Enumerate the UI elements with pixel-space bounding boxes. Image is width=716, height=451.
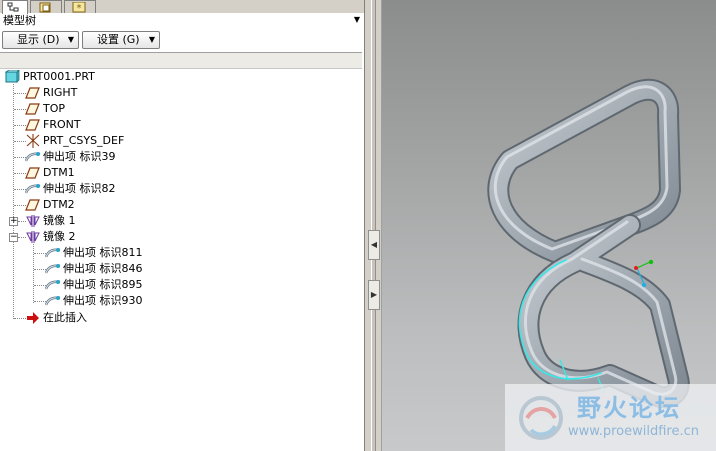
csys-icon [26, 134, 40, 148]
datum-plane-icon [25, 103, 40, 115]
mirror-icon [26, 215, 40, 227]
datum-plane-icon [25, 199, 40, 211]
model-tree: PRT0001.PRT RIGHT TOP FRONT PRT_CSYS_DEF [0, 68, 364, 451]
svg-text:*: * [77, 3, 82, 13]
tree-item-label: DTM1 [43, 166, 75, 179]
model-tree-tab-icon [7, 2, 19, 12]
tree-root-label: PRT0001.PRT [23, 70, 95, 83]
show-button[interactable]: 显示 (D) ▼ [2, 31, 79, 49]
sweep-protrusion-icon [25, 184, 41, 194]
chevron-down-icon: ▼ [67, 35, 74, 44]
tree-item-label: 伸出项 标识895 [63, 278, 143, 291]
sweep-protrusion-icon [45, 296, 61, 306]
datum-plane-icon [25, 87, 40, 99]
model-tree-panel: * 模型树 ▼ 显示 (D) ▼ 设置 (G) ▼ PRT0001.PRT RI… [0, 0, 364, 451]
collapse-mirror-2-toggle[interactable]: − [9, 233, 18, 242]
tree-item-label: 伸出项 标识930 [63, 294, 143, 307]
tree-column-header[interactable] [0, 52, 362, 69]
collapse-left-icon[interactable]: ◀ [368, 230, 380, 260]
settings-button-label: 设置 (G) [97, 33, 140, 46]
tree-item-label: 伸出项 标识811 [63, 246, 143, 259]
tree-item-label: 伸出项 标识39 [43, 150, 116, 163]
model-tree-tab[interactable] [2, 0, 28, 14]
tree-connector [13, 84, 14, 319]
tree-item-label: TOP [43, 102, 66, 115]
tree-item-label: 伸出项 标识846 [63, 262, 143, 275]
watermark-title: 野火论坛 [577, 394, 681, 422]
panel-menu-dropdown-icon[interactable]: ▼ [352, 14, 362, 26]
favorites-tab[interactable]: * [64, 0, 96, 13]
favorites-tab-icon: * [72, 2, 86, 13]
forum-logo-icon [519, 396, 563, 440]
tree-item-label: 伸出项 标识82 [43, 182, 116, 195]
panel-splitter[interactable]: ◀ ▶ [364, 0, 382, 451]
sweep-protrusion-icon [25, 152, 41, 162]
expand-right-icon[interactable]: ▶ [368, 280, 380, 310]
part-icon [5, 70, 20, 83]
sweep-protrusion-icon [45, 248, 61, 258]
tree-item-label: RIGHT [43, 86, 78, 99]
show-button-label: 显示 (D) [17, 33, 60, 46]
chevron-down-icon: ▼ [148, 35, 155, 44]
datum-plane-icon [25, 167, 40, 179]
settings-button[interactable]: 设置 (G) ▼ [82, 31, 160, 49]
sweep-protrusion-icon [45, 280, 61, 290]
navigator-tab-strip: * [0, 0, 364, 14]
tree-item-label: 镜像 1 [43, 214, 76, 227]
sweep-protrusion-icon [45, 264, 61, 274]
tree-item-label: 镜像 2 [43, 230, 76, 243]
folder-browser-tab-icon [39, 2, 51, 13]
tree-item-label: PRT_CSYS_DEF [43, 134, 125, 147]
tree-item-label: DTM2 [43, 198, 75, 211]
watermark-url: www.proewildfire.cn [568, 424, 699, 439]
tree-insert-label: 在此插入 [43, 311, 87, 324]
tree-item-label: FRONT [43, 118, 81, 131]
expand-mirror-1-toggle[interactable]: + [9, 217, 18, 226]
panel-title: 模型树 [3, 14, 36, 27]
tree-toolbar: 显示 (D) ▼ 设置 (G) ▼ [0, 29, 364, 52]
insert-arrow-icon [27, 312, 39, 324]
mirror-icon [26, 231, 40, 243]
folder-browser-tab[interactable] [30, 0, 62, 13]
datum-plane-icon [25, 119, 40, 131]
